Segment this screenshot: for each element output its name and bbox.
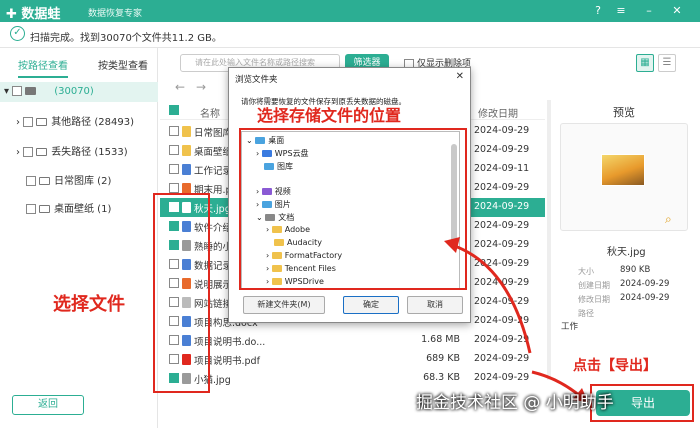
meta-value: 890 KB <box>620 265 651 275</box>
annotation-select-location: 选择存储文件的位置 <box>257 106 402 125</box>
title-bar: ✚ 数据蛙 数据恢复专家 ? ≡ – ✕ <box>0 0 700 22</box>
minimize-icon[interactable]: – <box>641 3 657 19</box>
grid-view-icon[interactable]: ▦ <box>636 54 654 72</box>
tab-by-type[interactable]: 按类型查看 <box>98 57 148 72</box>
select-all-checkbox[interactable] <box>169 105 179 115</box>
file-icon <box>182 126 191 137</box>
file-date: 2024-09-29 <box>474 201 530 212</box>
list-view-icon[interactable]: ☰ <box>658 54 676 72</box>
checkbox[interactable] <box>23 117 34 127</box>
folder-icon <box>36 148 48 156</box>
file-date: 2024-09-29 <box>474 144 530 155</box>
tree-item-gallery[interactable]: 日常图库 (2) <box>26 172 111 187</box>
table-row[interactable]: 小猫.jpg 68.3 KB 2024-09-29 <box>160 369 545 388</box>
file-size: 68.3 KB <box>423 372 460 383</box>
meta-label: 路径 <box>578 309 594 318</box>
left-panel: 按路径查看 按类型查看 ▾ (30070) › 其他路径 (28493) › 丢… <box>0 48 158 428</box>
scrollbar[interactable] <box>547 100 551 380</box>
checkbox[interactable] <box>23 147 34 157</box>
check-icon: ✓ <box>10 26 25 41</box>
app-title: 数据蛙 <box>21 7 61 22</box>
checkbox[interactable] <box>26 176 36 186</box>
back-arrow-icon[interactable]: ← <box>175 80 185 94</box>
app-logo: ✚ 数据蛙 <box>6 7 61 22</box>
watermark: 掘金技术社区 @ 小明助手 <box>416 393 614 413</box>
ok-button[interactable]: 确定 <box>343 296 399 314</box>
file-icon <box>182 145 191 156</box>
folder-icon <box>36 118 48 126</box>
app-subtitle: 数据恢复专家 <box>88 9 143 19</box>
root-checkbox[interactable] <box>12 86 23 96</box>
menu-icon[interactable]: ≡ <box>613 3 629 19</box>
file-icon <box>182 164 191 175</box>
preview-box: ⌕ <box>560 123 688 231</box>
annotation-select-files: 选择文件 <box>53 294 125 315</box>
forward-arrow-icon[interactable]: → <box>196 80 206 94</box>
preview-title: 预览 <box>613 106 635 119</box>
dialog-title: 浏览文件夹 <box>235 75 278 85</box>
annotation-box-files <box>153 193 210 393</box>
scan-status-bar: ✓ 扫描完成。找到30070个文件共11.2 GB。 <box>0 22 700 48</box>
tree-item-other[interactable]: › 其他路径 (28493) <box>16 113 134 128</box>
tree-item-lost[interactable]: › 丢失路径 (1533) <box>16 143 128 158</box>
tree-item-wallpaper[interactable]: 桌面壁纸 (1) <box>26 200 111 215</box>
help-icon[interactable]: ? <box>590 3 606 19</box>
back-button[interactable]: 返回 <box>12 395 84 415</box>
checkbox[interactable] <box>26 204 36 214</box>
meta-label: 创建日期 <box>578 281 610 290</box>
file-date: 2024-09-29 <box>474 125 530 136</box>
tab-by-path[interactable]: 按路径查看 <box>18 57 68 78</box>
file-date: 2024-09-29 <box>474 182 530 193</box>
annotation-box-location <box>239 128 467 290</box>
zoom-icon[interactable]: ⌕ <box>665 212 672 227</box>
column-date[interactable]: 修改日期 <box>478 105 518 120</box>
folder-icon <box>39 205 50 213</box>
file-name: 日常图库 <box>194 128 233 139</box>
drive-icon <box>25 87 37 95</box>
scan-status: 扫描完成。找到30070个文件共11.2 GB。 <box>30 33 222 44</box>
new-folder-button[interactable]: 新建文件夹(M) <box>243 296 325 314</box>
close-icon[interactable]: ✕ <box>669 3 685 19</box>
dialog-close-icon[interactable]: ✕ <box>456 71 464 82</box>
row-checkbox[interactable] <box>169 183 179 193</box>
preview-thumbnail <box>601 154 645 186</box>
row-checkbox[interactable] <box>169 164 179 174</box>
annotation-arrow-dialog <box>444 237 532 354</box>
meta-label: 修改日期 <box>578 295 610 304</box>
file-date: 2024-09-11 <box>474 163 530 174</box>
preview-filename: 秋天.jpg <box>607 247 646 258</box>
file-name: 桌面壁纸 <box>194 147 233 158</box>
meta-value: 2024-09-29 <box>620 279 670 289</box>
row-checkbox[interactable] <box>169 126 179 136</box>
column-name[interactable]: 名称 <box>200 105 220 120</box>
meta-value: 2024-09-29 <box>620 293 670 303</box>
tree-root-label: ▾ (30070) <box>4 86 94 97</box>
tree-root[interactable]: ▾ (30070) <box>0 82 158 102</box>
row-checkbox[interactable] <box>169 145 179 155</box>
file-date: 2024-09-29 <box>474 372 530 383</box>
folder-icon <box>39 177 50 185</box>
meta-label: 大小 <box>578 267 594 276</box>
meta-path-value: 工作 <box>561 322 579 332</box>
